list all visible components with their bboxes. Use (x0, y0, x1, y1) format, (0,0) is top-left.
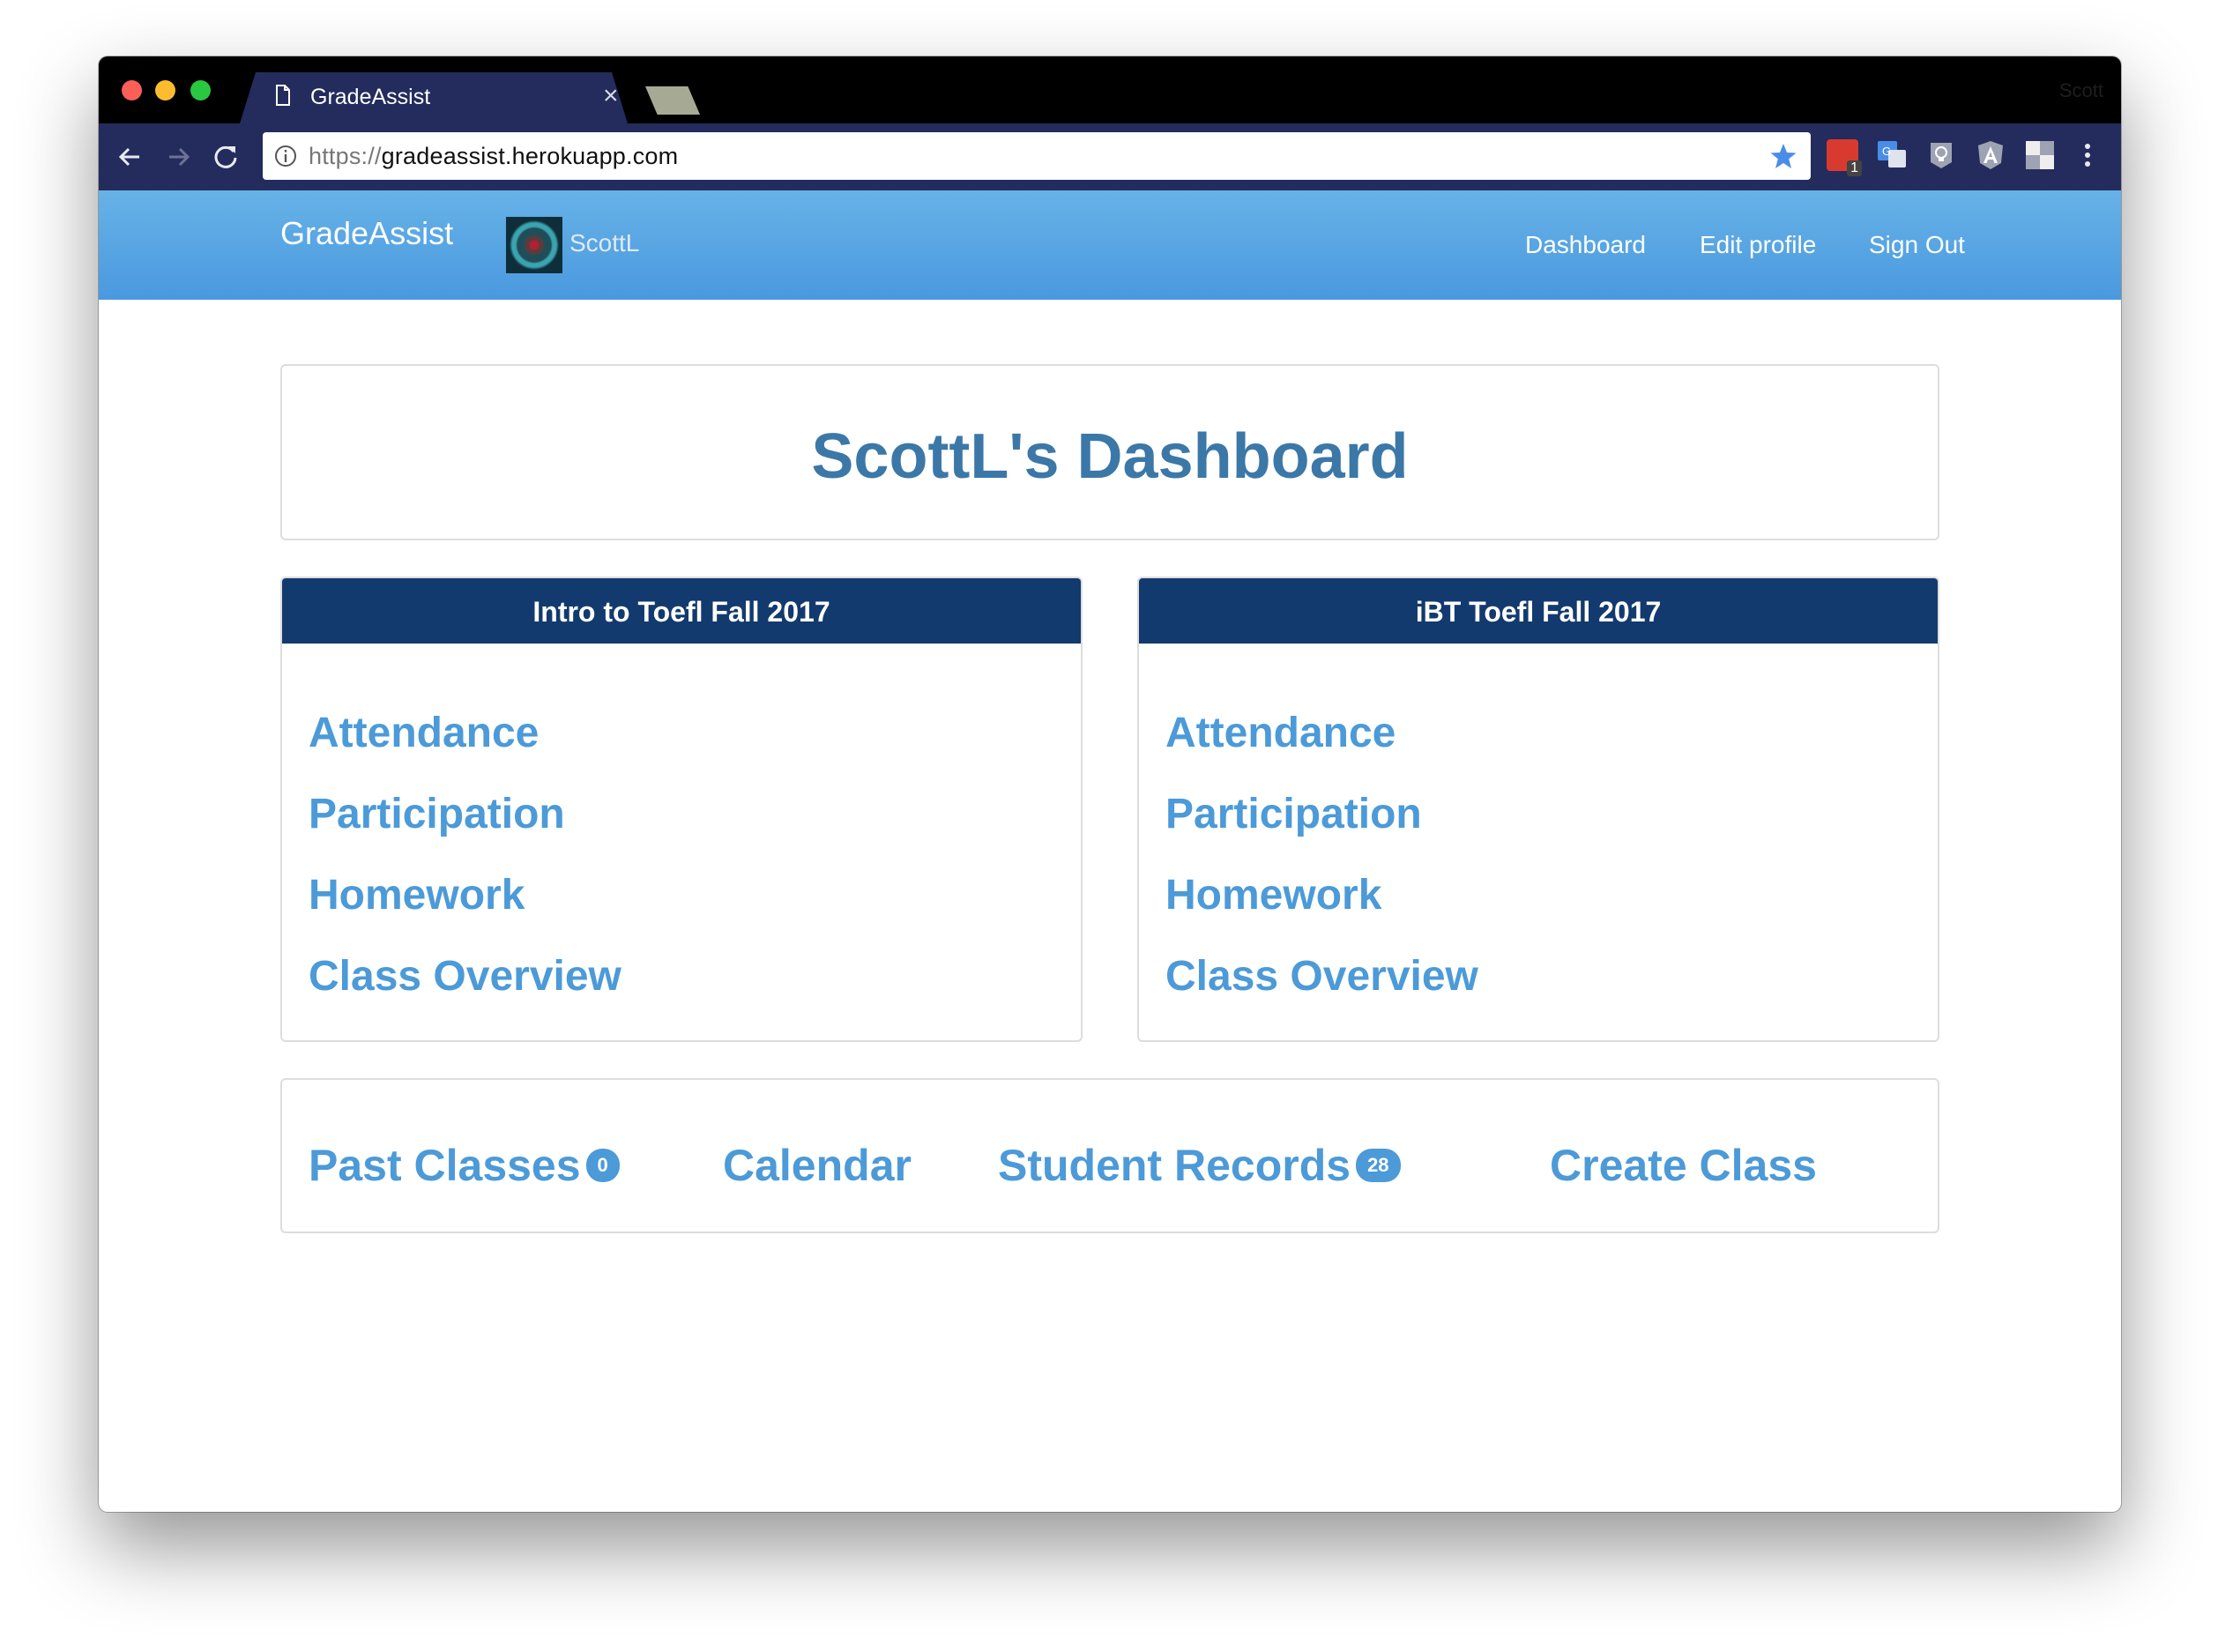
user-avatar[interactable] (506, 217, 562, 273)
star-icon[interactable] (1768, 141, 1798, 171)
class-panel-ibt-toefl: iBT Toefl Fall 2017 Attendance Participa… (1137, 577, 1939, 1042)
close-window-button[interactable] (122, 80, 142, 100)
student-records-link[interactable]: Student Records 28 (998, 1140, 1401, 1191)
browser-toolbar: https://gradeassist.herokuapp.com 1 G (99, 123, 2121, 190)
attendance-link[interactable]: Attendance (309, 709, 539, 757)
brand-link[interactable]: GradeAssist (280, 215, 453, 252)
url-host: gradeassist.herokuapp.com (381, 143, 679, 169)
lightbulb-extension-icon[interactable] (1925, 139, 1957, 171)
past-classes-label: Past Classes (309, 1141, 581, 1190)
class-panel-header: iBT Toefl Fall 2017 (1139, 578, 1938, 644)
app-navbar: GradeAssist ScottL Dashboard Edit profil… (99, 190, 2121, 300)
homework-link[interactable]: Homework (309, 871, 525, 919)
url-scheme: https:// (309, 143, 382, 169)
back-arrow-icon[interactable] (113, 139, 148, 175)
url-text[interactable]: https://gradeassist.herokuapp.com (309, 143, 678, 170)
browser-tab[interactable]: GradeAssist × (240, 72, 628, 123)
past-classes-count-badge: 0 (585, 1148, 620, 1182)
zoom-window-button[interactable] (190, 80, 211, 100)
kebab-menu-icon[interactable] (2077, 139, 2098, 171)
class-overview-link[interactable]: Class Overview (309, 952, 621, 1001)
bottom-links-panel: Past Classes 0 Calendar Student Records 28… (280, 1078, 1939, 1233)
angular-extension-icon[interactable] (1975, 139, 2006, 171)
extension-badge: 1 (1847, 160, 1862, 176)
calendar-extension-icon[interactable]: 1 (1827, 139, 1862, 176)
past-classes-link[interactable]: Past Classes 0 (309, 1140, 620, 1191)
minimize-window-button[interactable] (155, 80, 175, 100)
document-icon (275, 85, 291, 106)
username-link[interactable]: ScottL (569, 229, 639, 257)
address-bar[interactable]: https://gradeassist.herokuapp.com (263, 132, 1811, 180)
tab-close-icon[interactable]: × (603, 81, 619, 111)
new-tab-button[interactable] (645, 86, 700, 115)
calendar-link[interactable]: Calendar (723, 1140, 912, 1191)
dashboard-title-panel: ScottL's Dashboard (280, 364, 1939, 540)
class-panel-header: Intro to Toefl Fall 2017 (282, 578, 1081, 644)
nav-dashboard-link[interactable]: Dashboard (1525, 231, 1646, 259)
class-overview-link[interactable]: Class Overview (1165, 952, 1478, 1001)
puzzle-extension-icon[interactable] (2024, 139, 2056, 171)
info-icon[interactable] (273, 144, 298, 168)
translate-extension-icon[interactable]: G (1876, 139, 1908, 171)
participation-link[interactable]: Participation (1165, 790, 1422, 838)
forward-arrow-icon[interactable] (160, 139, 196, 175)
class-panel-intro-toefl: Intro to Toefl Fall 2017 Attendance Part… (280, 577, 1083, 1042)
student-records-label: Student Records (998, 1141, 1351, 1190)
reload-icon[interactable] (208, 139, 243, 175)
page-title: ScottL's Dashboard (811, 421, 1409, 492)
svg-text:G: G (1882, 145, 1891, 158)
nav-sign-out-link[interactable]: Sign Out (1869, 231, 1965, 259)
tab-title: GradeAssist (310, 85, 431, 109)
homework-link[interactable]: Homework (1165, 871, 1381, 919)
nav-edit-profile-link[interactable]: Edit profile (1700, 231, 1816, 259)
browser-profile-name[interactable]: Scott (2059, 79, 2103, 102)
create-class-link[interactable]: Create Class (1550, 1140, 1817, 1191)
participation-link[interactable]: Participation (309, 790, 565, 838)
attendance-link[interactable]: Attendance (1165, 709, 1396, 757)
title-bar: GradeAssist × Scott (99, 56, 2121, 123)
browser-window: GradeAssist × Scott https://gradeassist.… (99, 56, 2121, 1512)
student-records-count-badge: 28 (1356, 1148, 1401, 1182)
